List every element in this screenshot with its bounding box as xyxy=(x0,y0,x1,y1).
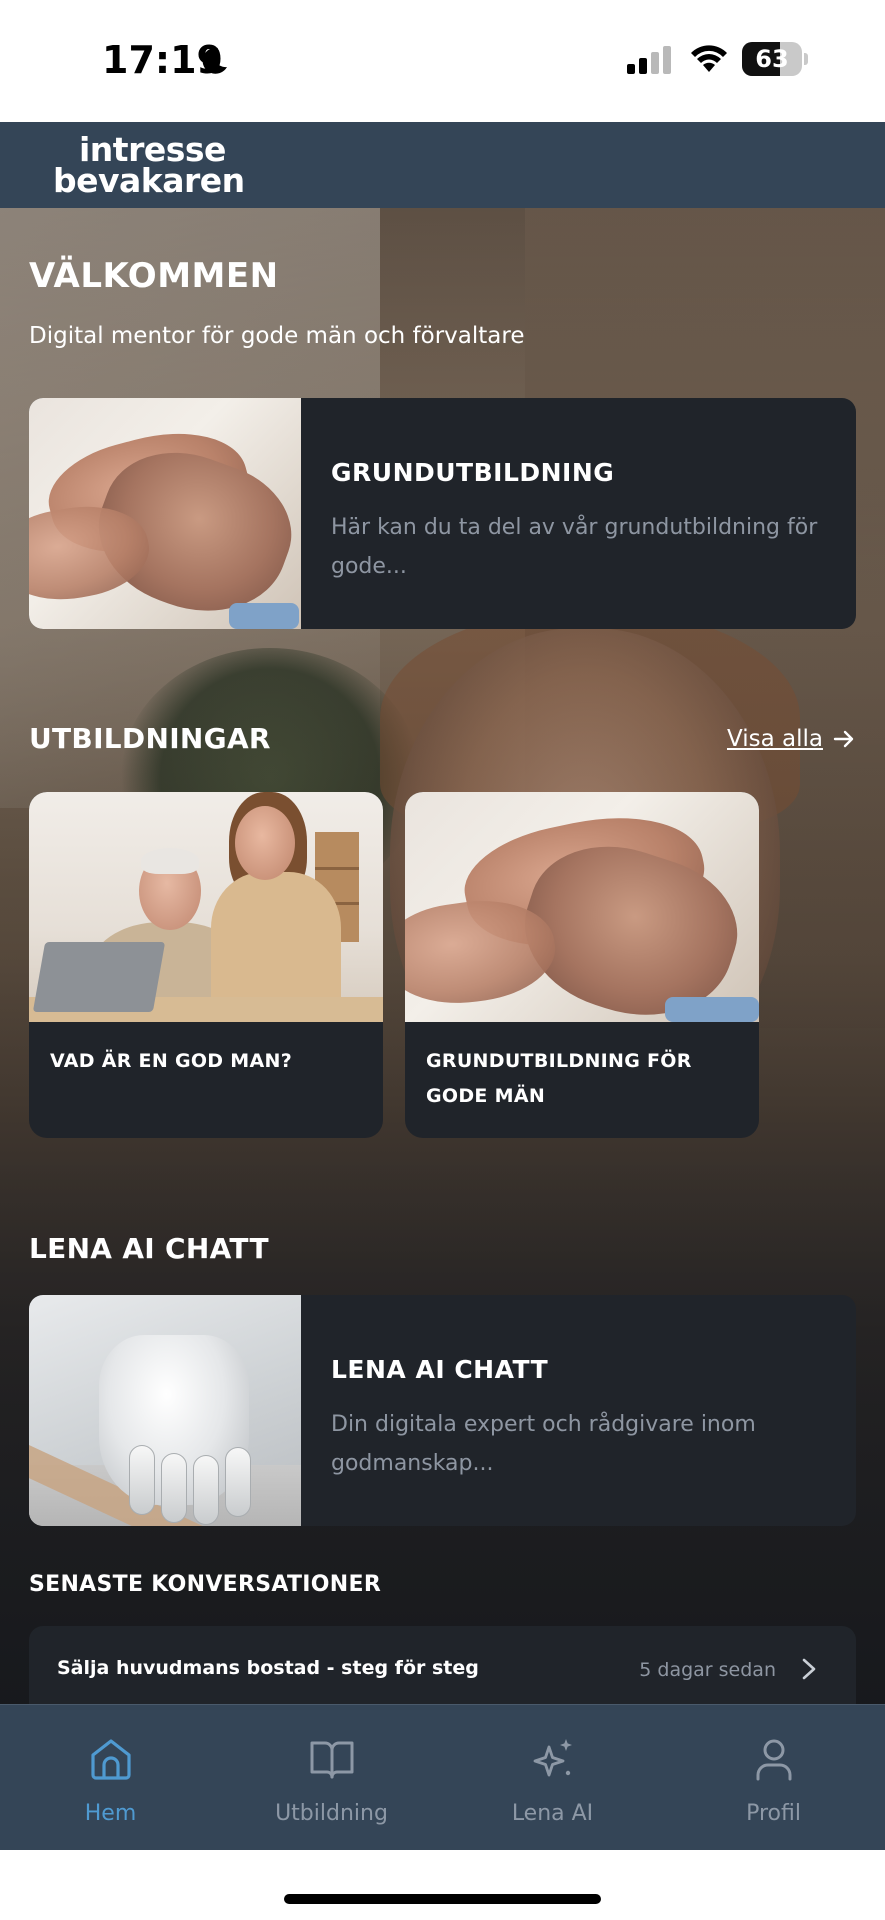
signal-icon xyxy=(627,46,671,74)
chevron-right-icon xyxy=(802,1658,816,1680)
conversation-time: 5 dagar sedan xyxy=(639,1659,776,1681)
app-logo[interactable]: intresse bevakaren xyxy=(53,133,245,200)
tab-lena-ai-label: Lena AI xyxy=(511,1801,594,1826)
tab-home[interactable]: Hem xyxy=(0,1705,221,1851)
ai-chat-card[interactable]: LENA AI CHATT Din digitala expert och rå… xyxy=(29,1295,856,1526)
battery-level: 63 xyxy=(755,45,789,73)
hands-image xyxy=(29,398,301,629)
home-indicator-area xyxy=(0,1850,885,1920)
tab-home-label: Hem xyxy=(84,1801,137,1826)
conversations-section-title: SENASTE KONVERSATIONER xyxy=(29,1572,382,1597)
tab-lena-ai[interactable]: Lena AI xyxy=(442,1705,663,1851)
featured-course-title: GRUNDUTBILDNING xyxy=(331,458,615,487)
course-card[interactable]: VAD ÄR EN GOD MAN? xyxy=(29,792,383,1138)
course-card-title: GRUNDUTBILDNING FÖR GODE MÄN xyxy=(426,1050,692,1107)
home-icon xyxy=(90,1739,131,1780)
welcome-title: VÄLKOMMEN xyxy=(29,256,279,296)
robot-hand-image xyxy=(29,1295,301,1526)
conversation-row[interactable]: Sälja huvudmans bostad - steg för steg 5… xyxy=(29,1626,856,1704)
conversation-title: Sälja huvudmans bostad - steg för steg xyxy=(57,1657,479,1679)
home-indicator[interactable] xyxy=(284,1894,601,1904)
course-card[interactable]: GRUNDUTBILDNING FÖR GODE MÄN xyxy=(405,792,759,1138)
see-all-link[interactable]: Visa alla xyxy=(727,726,855,752)
tab-education-label: Utbildning xyxy=(275,1801,388,1826)
course-card-title: VAD ÄR EN GOD MAN? xyxy=(50,1050,293,1072)
courses-section-title: UTBILDNINGAR xyxy=(29,722,271,755)
wifi-icon xyxy=(691,45,727,72)
see-all-label: Visa alla xyxy=(727,726,823,752)
status-bar: 17:19 63 xyxy=(0,0,885,122)
ai-chat-section-title: LENA AI CHATT xyxy=(29,1232,269,1265)
battery-icon: 63 xyxy=(742,42,808,76)
tab-profile[interactable]: Profil xyxy=(663,1705,884,1851)
featured-course-card[interactable]: GRUNDUTBILDNING Här kan du ta del av vår… xyxy=(29,398,856,629)
tab-education[interactable]: Utbildning xyxy=(221,1705,442,1851)
book-icon xyxy=(310,1741,353,1779)
ai-chat-card-description: Din digitala expert och rådgivare inom g… xyxy=(331,1412,756,1476)
couple-laptop-image xyxy=(29,792,383,1022)
moon-icon xyxy=(202,47,227,74)
ai-chat-card-title: LENA AI CHATT xyxy=(331,1355,549,1384)
arrow-right-icon xyxy=(833,730,854,748)
hands-image xyxy=(405,792,759,1022)
user-icon xyxy=(756,1739,791,1781)
tab-profile-label: Profil xyxy=(746,1801,801,1826)
welcome-subtitle: Digital mentor för gode män och förvalta… xyxy=(29,323,525,349)
logo-line-2: bevakaren xyxy=(53,161,245,200)
featured-course-description: Här kan du ta del av vår grundutbildning… xyxy=(331,515,818,579)
tab-bar: Hem Utbildning Lena AI Profil xyxy=(0,1704,885,1850)
sparkle-icon xyxy=(533,1739,572,1777)
